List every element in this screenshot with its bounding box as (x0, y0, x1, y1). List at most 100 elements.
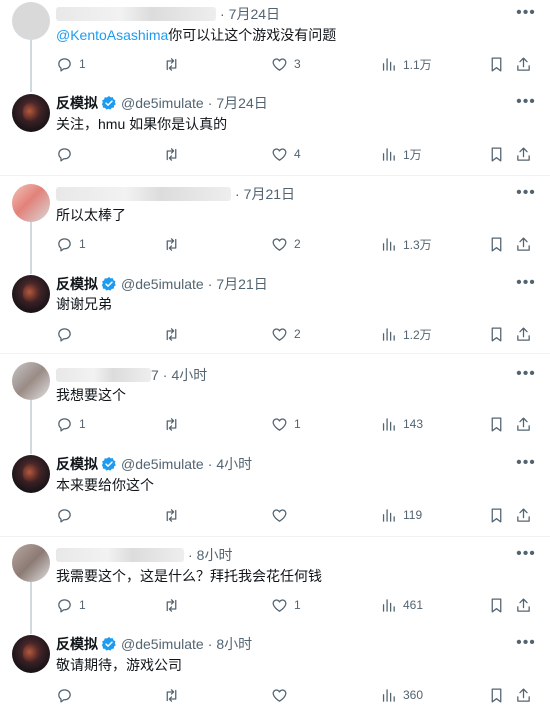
tweet-timestamp[interactable]: 8小时 (216, 634, 252, 654)
user-handle[interactable]: @de5imulate (121, 95, 204, 111)
bar-chart-icon (382, 508, 395, 522)
tweet-timestamp[interactable]: 7月21日 (216, 274, 267, 294)
tweet-timestamp[interactable]: 7月24日 (216, 93, 267, 113)
avatar[interactable] (12, 184, 50, 222)
heart-icon (272, 688, 287, 702)
share-button[interactable] (515, 595, 532, 615)
share-button[interactable] (515, 54, 532, 74)
retweet-button[interactable] (163, 505, 186, 525)
share-button[interactable] (515, 505, 532, 525)
avatar[interactable] (12, 94, 50, 132)
tweet-timestamp[interactable]: 8小时 (197, 545, 233, 565)
tweet-actions: 360 (56, 685, 536, 705)
bookmark-button[interactable] (488, 595, 505, 615)
share-button[interactable] (515, 234, 532, 254)
reply-button[interactable] (56, 505, 79, 525)
like-button[interactable]: 1 (271, 595, 301, 615)
tweet-timestamp[interactable]: 7月24日 (229, 4, 280, 24)
bookmark-button[interactable] (488, 54, 505, 74)
more-options-button[interactable]: ••• (516, 546, 536, 567)
avatar[interactable] (12, 544, 50, 582)
reply-button[interactable]: 1 (56, 414, 86, 434)
retweet-button[interactable] (163, 234, 186, 254)
like-button[interactable]: 3 (271, 54, 301, 74)
bookmark-button[interactable] (488, 324, 505, 344)
tweet-timestamp[interactable]: 7月21日 (244, 184, 295, 204)
user-handle[interactable]: @de5imulate (121, 276, 204, 292)
reply-button[interactable] (56, 324, 79, 344)
like-button[interactable]: 1 (271, 414, 301, 434)
retweet-button[interactable] (163, 685, 186, 705)
share-button[interactable] (515, 324, 532, 344)
retweet-button[interactable] (163, 414, 186, 434)
bookmark-button[interactable] (488, 685, 505, 705)
more-options-button[interactable]: ••• (516, 5, 536, 26)
bar-chart-icon (382, 57, 395, 71)
share-button[interactable] (515, 414, 532, 434)
heart-icon (272, 508, 287, 522)
retweet-button[interactable] (163, 54, 186, 74)
tweet-actions: 1 2 1.3万 (56, 234, 536, 254)
tweet-text: @KentoAsashima你可以让这个游戏没有问题 (56, 27, 337, 43)
display-name[interactable]: 反模拟 (56, 454, 98, 474)
bookmark-button[interactable] (488, 414, 505, 434)
more-options-button[interactable]: ••• (516, 94, 536, 115)
like-button[interactable] (271, 685, 294, 705)
reply-button[interactable]: 1 (56, 234, 86, 254)
bar-chart-icon (382, 598, 395, 612)
tweet-actions: 119 (56, 505, 536, 525)
retweet-button[interactable] (163, 595, 186, 615)
views-button[interactable]: 461 (380, 595, 423, 615)
mention-link[interactable]: @KentoAsashima (56, 27, 168, 43)
avatar[interactable] (12, 2, 50, 40)
avatar[interactable] (12, 455, 50, 493)
views-button[interactable]: 1万 (380, 144, 422, 164)
tweet-header: · 7月24日 (56, 5, 280, 23)
views-button[interactable]: 360 (380, 685, 423, 705)
like-button[interactable]: 2 (271, 234, 301, 254)
bookmark-icon (491, 56, 502, 72)
bookmark-button[interactable] (488, 234, 505, 254)
share-button[interactable] (515, 685, 532, 705)
avatar[interactable] (12, 635, 50, 673)
retweet-icon (166, 598, 177, 612)
reply-button[interactable] (56, 685, 79, 705)
bookmark-icon (491, 236, 502, 252)
reply-button[interactable]: 1 (56, 595, 86, 615)
heart-icon (272, 327, 287, 341)
avatar[interactable] (12, 275, 50, 313)
views-button[interactable]: 1.3万 (380, 234, 432, 254)
tweet-timestamp[interactable]: 4小时 (216, 454, 252, 474)
more-options-button[interactable]: ••• (516, 275, 536, 296)
share-icon (517, 326, 530, 341)
share-icon (517, 146, 530, 161)
retweet-button[interactable] (163, 144, 186, 164)
like-button[interactable] (271, 505, 294, 525)
reply-button[interactable]: 1 (56, 54, 86, 74)
user-handle[interactable]: @de5imulate (121, 636, 204, 652)
bookmark-button[interactable] (488, 505, 505, 525)
display-name[interactable]: 反模拟 (56, 274, 98, 294)
more-options-button[interactable]: ••• (516, 455, 536, 476)
views-button[interactable]: 1.2万 (380, 324, 432, 344)
more-options-button[interactable]: ••• (516, 185, 536, 206)
retweet-button[interactable] (163, 324, 186, 344)
views-button[interactable]: 143 (380, 414, 423, 434)
user-handle[interactable]: @de5imulate (121, 456, 204, 472)
like-button[interactable]: 4 (271, 144, 301, 164)
display-name[interactable]: 反模拟 (56, 93, 98, 113)
like-button[interactable]: 2 (271, 324, 301, 344)
views-button[interactable]: 1.1万 (380, 54, 432, 74)
avatar[interactable] (12, 362, 50, 400)
more-options-button[interactable]: ••• (516, 635, 536, 656)
more-options-button[interactable]: ••• (516, 366, 536, 387)
tweet-timestamp[interactable]: 4小时 (171, 365, 207, 385)
bookmark-button[interactable] (488, 144, 505, 164)
views-button[interactable]: 119 (380, 505, 422, 525)
heart-icon (272, 598, 287, 612)
share-button[interactable] (515, 144, 532, 164)
reply-button[interactable] (56, 144, 79, 164)
heart-icon (272, 147, 287, 161)
display-name[interactable]: 反模拟 (56, 634, 98, 654)
user-handle[interactable]: 7 (151, 367, 159, 383)
